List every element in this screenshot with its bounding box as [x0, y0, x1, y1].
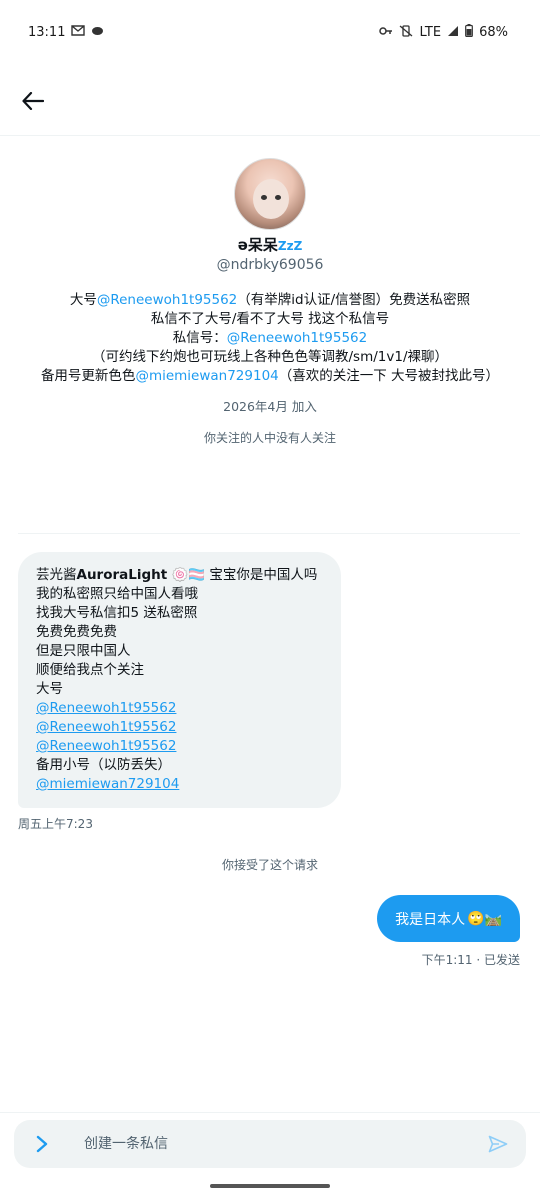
- outgoing-message-text: 我是日本人: [395, 911, 466, 928]
- bio-text: 大号: [69, 292, 97, 308]
- cloud-icon: [91, 25, 104, 39]
- followers-you-know: 你关注的人中没有人关注: [203, 431, 336, 445]
- message-line: 备用小号（以防丢失）: [36, 757, 171, 773]
- status-left: 13:11: [28, 25, 104, 40]
- send-icon: [488, 1135, 508, 1153]
- message-line: 芸光酱AuroraLight 🍥🏳️‍⚧️ 宝宝你是中国人吗: [36, 566, 323, 585]
- status-bar: 13:11 LTE 68%: [0, 0, 540, 64]
- back-button[interactable]: [18, 86, 48, 116]
- bio-text: 私信号：: [172, 330, 227, 346]
- joined-date: 2026年4月 加入: [223, 399, 317, 414]
- signal-icon: [447, 25, 459, 40]
- profile-summary: ə呆呆ZzZ @ndrbky69056 大号@Reneewoh1t95562（有…: [0, 158, 540, 446]
- outgoing-message-emojis: 🙄🛤️: [467, 910, 502, 927]
- avatar-eye-left: [261, 195, 267, 200]
- incoming-message-bubble[interactable]: 芸光酱AuroraLight 🍥🏳️‍⚧️ 宝宝你是中国人吗 我的私密照只给中国…: [18, 552, 341, 808]
- display-name-text: ə呆呆: [237, 236, 278, 254]
- outgoing-message-bubble[interactable]: 我是日本人 🙄🛤️: [377, 895, 520, 942]
- bio-text: （喜欢的关注一下 大号被封找此号）: [278, 368, 500, 384]
- incoming-message-time: 周五上午7:23: [18, 817, 93, 831]
- message-line: 但是只限中国人: [36, 643, 131, 659]
- message-line: 找我大号私信扣5 送私密照: [36, 605, 198, 621]
- bio-line-1: 大号@Reneewoh1t95562（有举牌id认证/信誉图）免费送私密照: [0, 291, 540, 310]
- message-line: 免费免费免费: [36, 624, 117, 640]
- bio-line-3: 私信号：@Reneewoh1t95562: [0, 329, 540, 348]
- message-text: 宝宝你是中国人吗: [205, 567, 318, 583]
- display-name[interactable]: ə呆呆ZzZ: [0, 234, 540, 255]
- avatar[interactable]: [234, 158, 306, 230]
- bio-text: 备用号更新色色: [40, 368, 136, 384]
- outgoing-message-status: 下午1:11 · 已发送: [421, 953, 520, 967]
- profile-bio: 大号@Reneewoh1t95562（有举牌id认证/信誉图）免费送私密照 私信…: [0, 291, 540, 386]
- battery-level: 68%: [479, 24, 508, 40]
- message-bold-text: AuroraLight: [76, 567, 168, 583]
- bio-line-2: 私信不了大号/看不了大号 找这个私信号: [150, 311, 390, 327]
- home-indicator[interactable]: [210, 1184, 330, 1188]
- message-line: 大号: [36, 681, 63, 697]
- message-mention-link[interactable]: @Reneewoh1t95562: [36, 737, 323, 756]
- vpn-key-icon: [379, 25, 393, 39]
- network-type: LTE: [419, 24, 442, 40]
- message-mention-link[interactable]: @Reneewoh1t95562: [36, 718, 323, 737]
- bio-mention-link[interactable]: @Reneewoh1t95562: [97, 292, 237, 308]
- bio-text: （有举牌id认证/信誉图）免费送私密照: [237, 292, 471, 308]
- bio-mention-link[interactable]: @miemiewan729104: [135, 368, 278, 384]
- bio-mention-link[interactable]: @Reneewoh1t95562: [227, 330, 367, 346]
- sleep-zzz-emoji: ZzZ: [277, 239, 303, 253]
- chevron-right-icon: [36, 1135, 48, 1153]
- request-accepted-notice: 你接受了这个请求: [221, 858, 318, 872]
- status-time: 13:11: [28, 24, 66, 40]
- message-line: 顺便给我点个关注: [36, 662, 144, 678]
- send-button[interactable]: [484, 1130, 512, 1158]
- avatar-face: [253, 179, 289, 219]
- message-mention-link[interactable]: @miemiewan729104: [36, 775, 323, 794]
- arrow-left-icon: [22, 92, 44, 110]
- bio-line-5: 备用号更新色色@miemiewan729104（喜欢的关注一下 大号被封找此号）: [0, 367, 540, 386]
- status-right: LTE 68%: [379, 24, 508, 40]
- avatar-eye-right: [275, 195, 281, 200]
- emoji-flags: 🍥🏳️‍⚧️: [171, 567, 206, 583]
- message-text: 芸光酱: [36, 567, 77, 583]
- battery-icon: [465, 24, 473, 40]
- bio-line-4: （可约线下约炮也可玩线上各种色色等调教/sm/1v1/裸聊）: [92, 349, 448, 365]
- vibrate-off-icon: [399, 24, 413, 40]
- user-handle: @ndrbky69056: [216, 257, 324, 273]
- message-mention-link[interactable]: @Reneewoh1t95562: [36, 699, 323, 718]
- divider: [18, 533, 520, 534]
- message-line: 我的私密照只给中国人看哦: [36, 586, 198, 602]
- expand-composer-button[interactable]: [28, 1130, 56, 1158]
- message-composer: [14, 1120, 526, 1168]
- mail-icon: [71, 25, 86, 39]
- message-input[interactable]: [84, 1136, 484, 1152]
- conversation-header: [0, 64, 540, 136]
